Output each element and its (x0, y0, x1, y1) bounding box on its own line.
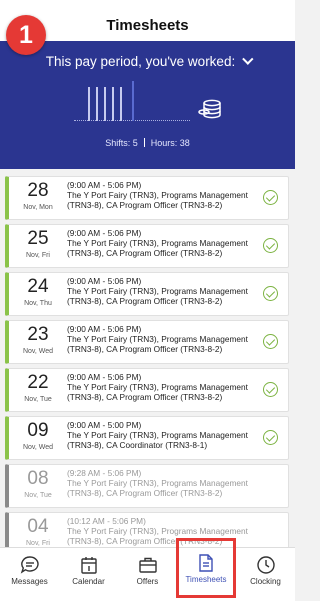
shift-weekday: Nov, Wed (22, 444, 54, 451)
shift-date: 28 Nov, Mon (9, 180, 67, 211)
shift-weekday: Nov, Thu (24, 300, 52, 307)
briefcase-icon (138, 557, 157, 573)
timesheet-card[interactable]: 24 Nov, Thu (9:00 AM - 5:06 PM) The Y Por… (5, 272, 289, 316)
shift-time: (9:00 AM - 5:06 PM) (67, 228, 142, 238)
approved-check-icon (263, 190, 278, 205)
shift-weekday: Nov, Fri (26, 252, 50, 259)
hours-count: Hours: 38 (150, 138, 190, 148)
shift-description: The Y Port Fairy (TRN3), Programs Manage… (67, 190, 248, 210)
shift-description: The Y Port Fairy (TRN3), Programs Manage… (67, 286, 248, 306)
shift-day: 09 (27, 420, 49, 441)
timesheet-card[interactable]: 23 Nov, Wed (9:00 AM - 5:06 PM) The Y Por… (5, 320, 289, 364)
shift-date: 08 Nov, Tue (9, 468, 67, 499)
shift-weekday: Nov, Fri (26, 540, 50, 547)
timesheet-card[interactable]: 08 Nov, Tue (9:28 AM - 5:06 PM) The Y Por… (5, 464, 289, 508)
shift-date: 09 Nov, Wed (9, 420, 67, 451)
calendar-icon (80, 557, 97, 574)
shift-weekday: Nov, Tue (24, 492, 52, 499)
shift-time: (9:28 AM - 5:06 PM) (67, 468, 142, 478)
shift-day: 25 (27, 228, 49, 249)
tab-messages[interactable]: Messages (0, 548, 59, 601)
messages-icon (20, 556, 39, 574)
tab-clocking[interactable]: Clocking (236, 548, 295, 601)
approved-check-icon (263, 334, 278, 349)
timesheet-document-icon (199, 554, 213, 572)
shift-description: The Y Port Fairy (TRN3), Programs Manage… (67, 238, 248, 258)
tab-label: Messages (11, 577, 48, 586)
shift-bar (104, 87, 106, 121)
tab-offers[interactable]: Offers (118, 548, 177, 601)
stats-divider (143, 138, 145, 147)
shift-day: 24 (27, 276, 49, 297)
shift-time: (9:00 AM - 5:06 PM) (67, 276, 142, 286)
shift-description: The Y Port Fairy (TRN3), Programs Manage… (67, 430, 248, 450)
shift-day: 28 (27, 180, 49, 201)
shift-time: (9:00 AM - 5:06 PM) (67, 324, 142, 334)
shift-description: The Y Port Fairy (TRN3), Programs Manage… (67, 382, 248, 402)
shift-time: (9:00 AM - 5:06 PM) (67, 180, 142, 190)
shift-time: (9:00 AM - 5:00 PM) (67, 420, 142, 430)
tab-label: Timesheets (185, 575, 227, 584)
shift-bar (96, 87, 98, 121)
timesheet-card[interactable]: 04 Nov, Fri (10:12 AM - 5:06 PM) The Y Po… (5, 512, 289, 547)
shift-day: 22 (27, 372, 49, 393)
pay-period-stats: Shifts: 5 Hours: 38 (0, 138, 295, 148)
shift-date: 24 Nov, Thu (9, 276, 67, 307)
shift-date: 04 Nov, Fri (9, 516, 67, 547)
shift-date: 22 Nov, Tue (9, 372, 67, 403)
shift-description: The Y Port Fairy (TRN3), Programs Manage… (67, 334, 248, 354)
timesheet-card[interactable]: 25 Nov, Fri (9:00 AM - 5:06 PM) The Y Por… (5, 224, 289, 268)
timesheet-card[interactable]: 09 Nov, Wed (9:00 AM - 5:00 PM) The Y Por… (5, 416, 289, 460)
shift-day: 04 (27, 516, 49, 537)
shift-weekday: Nov, Tue (24, 396, 52, 403)
approved-check-icon (263, 430, 278, 445)
shift-day: 23 (27, 324, 49, 345)
step-number-badge: 1 (6, 15, 46, 55)
tab-calendar[interactable]: Calendar (59, 548, 118, 601)
shift-bar (120, 87, 122, 121)
coins-stack-icon (198, 99, 221, 119)
shift-time: (9:00 AM - 5:06 PM) (67, 372, 142, 382)
timesheet-list[interactable]: 28 Nov, Mon (9:00 AM - 5:06 PM) The Y Por… (0, 169, 295, 547)
shift-description: The Y Port Fairy (TRN3), Programs Manage… (67, 478, 248, 498)
shift-weekday: Nov, Wed (22, 348, 54, 355)
pay-period-heading: This pay period, you've worked: (45, 54, 236, 69)
approved-check-icon (263, 238, 278, 253)
bottom-tab-bar: Messages Calendar Offers Timesheets Cloc… (0, 538, 295, 601)
chevron-down-icon (242, 53, 254, 65)
shift-weekday: Nov, Mon (23, 204, 53, 211)
tab-label: Calendar (72, 577, 105, 586)
approved-check-icon (263, 286, 278, 301)
shift-time: (10:12 AM - 5:06 PM) (67, 516, 146, 526)
tab-timesheets[interactable]: Timesheets (176, 538, 236, 598)
timesheet-card[interactable]: 28 Nov, Mon (9:00 AM - 5:06 PM) The Y Por… (5, 176, 289, 220)
tab-label: Offers (136, 577, 159, 586)
timesheet-card[interactable]: 22 Nov, Tue (9:00 AM - 5:06 PM) The Y Por… (5, 368, 289, 412)
approved-check-icon (263, 382, 278, 397)
pay-period-summary: This pay period, you've worked: Shifts: … (0, 41, 295, 169)
shift-date: 25 Nov, Fri (9, 228, 67, 259)
shift-bar (88, 87, 90, 121)
shifts-count: Shifts: 5 (105, 138, 138, 148)
clock-icon (256, 556, 275, 574)
shift-bar (112, 87, 114, 121)
tab-label: Clocking (250, 577, 281, 586)
shift-date: 23 Nov, Wed (9, 324, 67, 355)
shift-day: 08 (27, 468, 49, 489)
hours-bar-graph (74, 79, 190, 121)
pay-period-selector[interactable]: This pay period, you've worked: (0, 53, 295, 69)
shift-bar (132, 81, 134, 121)
